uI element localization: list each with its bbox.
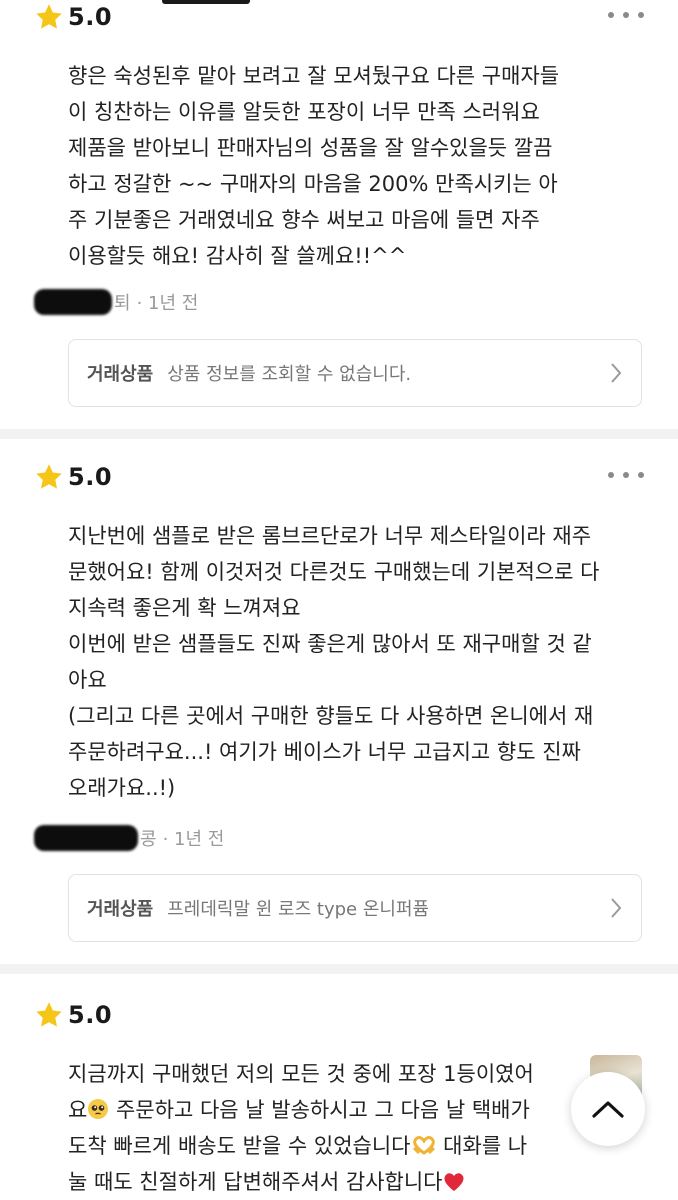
review-text: 향은 숙성된후 맡아 보려고 잘 모셔뒀구요 다른 구매자들 이 칭찬하는 이유… — [68, 58, 648, 274]
review-line: 하고 정갈한 ~~ 구매자의 마음을 200% 만족시키는 아 — [68, 172, 558, 196]
star-icon — [36, 4, 62, 29]
star-icon — [36, 464, 62, 489]
product-value: 프레데릭말 윈 로즈 type 온니퍼퓸 — [167, 899, 430, 920]
review-line: 지금까지 구매했던 저의 모든 것 중에 포장 1등이였어 — [68, 1062, 534, 1086]
scroll-to-top-button[interactable] — [571, 1072, 645, 1146]
review-line: 아요 — [68, 668, 107, 692]
review-meta: 콩 · 1년 전 — [34, 822, 224, 854]
review-line: 이번에 받은 샘플들도 진짜 좋은게 많아서 또 재구매할 것 같 — [68, 632, 592, 656]
more-options-button[interactable] — [608, 464, 644, 486]
review-text: 지난번에 샘플로 받은 롬브르단로가 너무 제스타일이라 재주 문했어요! 함께… — [68, 518, 648, 806]
review-line: 오래가요..!) — [68, 776, 176, 800]
review-line: 향은 숙성된후 맡아 보려고 잘 모셔뒀구요 다른 구매자들 — [68, 64, 560, 88]
review-line: 요 주문하고 다음 날 발송하시고 그 다음 날 택배가 — [68, 1098, 530, 1122]
review-line: 눌 때도 친절하게 답변해주셔서 감사합니다 — [68, 1164, 568, 1200]
review-line: 도착 빠르게 배송도 받을 수 있었습니다 대화를 나 — [68, 1134, 528, 1158]
author-name-fragment: 퇴 — [114, 293, 131, 314]
review-line: 이용할듯 해요! 감사히 잘 쓸께요!!^^ — [68, 244, 407, 268]
product-label: 거래상품 — [87, 899, 154, 920]
product-info-box[interactable]: 거래상품 프레데릭말 윈 로즈 type 온니퍼퓸 — [68, 874, 642, 942]
rating-score: 5.0 — [68, 3, 113, 31]
review-line: (그리고 다른 곳에서 구매한 향들도 다 사용하면 온니에서 재 — [68, 704, 594, 728]
heart-hands-emoji — [412, 1136, 435, 1155]
pleading-face-emoji — [88, 1099, 109, 1119]
rating-row: 5.0 — [34, 998, 112, 1032]
section-divider — [0, 429, 678, 439]
review-line: 지난번에 샘플로 받은 롬브르단로가 너무 제스타일이라 재주 — [68, 524, 592, 548]
more-horizontal-icon — [608, 472, 614, 478]
top-bar-fragment — [162, 0, 250, 4]
rating-score: 5.0 — [68, 1001, 113, 1029]
redacted-author — [34, 289, 112, 315]
review-meta: 퇴 · 1년 전 — [34, 286, 198, 318]
review-line: 지속력 좋은게 확 느껴져요 — [68, 596, 301, 620]
rating-row: 5.0 — [34, 460, 112, 494]
review-line: 주 기분좋은 거래였네요 향수 써보고 마음에 들면 자주 — [68, 208, 540, 232]
star-icon — [36, 1002, 62, 1027]
chevron-up-icon — [592, 1101, 624, 1118]
more-options-button[interactable] — [608, 4, 644, 26]
author-name-fragment: 콩 — [140, 829, 157, 850]
product-value: 상품 정보를 조회할 수 없습니다. — [167, 364, 412, 385]
review-line: 문했어요! 함께 이것저것 다른것도 구매했는데 기본적으로 다 — [68, 560, 600, 584]
review-text: 지금까지 구매했던 저의 모든 것 중에 포장 1등이였어 요 주문하고 다음 … — [68, 1056, 568, 1200]
product-label: 거래상품 — [87, 364, 154, 385]
redacted-author — [34, 825, 138, 851]
red-heart-emoji — [444, 1173, 464, 1191]
review-line: 주문하려구요...! 여기가 베이스가 너무 고급지고 향도 진짜 — [68, 740, 581, 764]
review-line: 이 칭찬하는 이유를 알듯한 포장이 너무 만족 스러워요 — [68, 100, 540, 124]
chevron-right-icon — [611, 363, 622, 383]
more-horizontal-icon — [608, 12, 614, 18]
review-line: 제품을 받아보니 판매자님의 성품을 잘 알수있을듯 깔끔 — [68, 136, 553, 160]
product-info-box[interactable]: 거래상품 상품 정보를 조회할 수 없습니다. — [68, 339, 642, 407]
rating-score: 5.0 — [68, 463, 113, 491]
review-time: · 1년 전 — [162, 829, 225, 850]
section-divider — [0, 964, 678, 974]
chevron-right-icon — [611, 898, 622, 918]
rating-row: 5.0 — [34, 0, 112, 34]
review-time: · 1년 전 — [136, 293, 199, 314]
